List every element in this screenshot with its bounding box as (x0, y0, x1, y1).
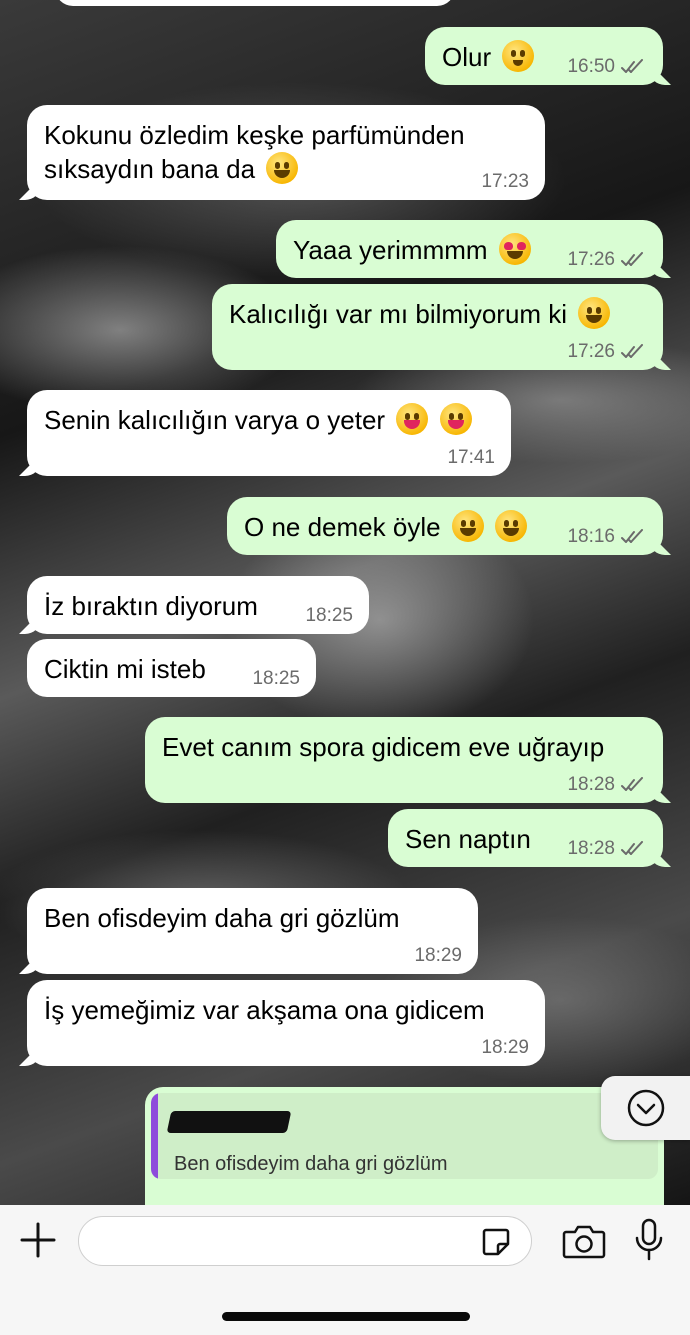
read-receipt-icon (621, 252, 643, 266)
redacted-name (166, 1111, 292, 1133)
message-meta: 17:26 (567, 250, 647, 270)
message-time: 17:26 (567, 341, 615, 362)
message-text: Ciktin mi isteb (44, 654, 206, 684)
message-time: 18:16 (567, 526, 615, 547)
message-text: Olur (442, 42, 492, 72)
sticker-icon[interactable] (480, 1226, 512, 1258)
message-time: 18:28 (567, 838, 615, 859)
message-body: Evet canım spora gidicem eve uğrayıp (162, 730, 647, 764)
message-time: 18:28 (567, 774, 615, 795)
message-meta: 17:23 (481, 172, 529, 192)
message-body: Kalıcılığı var mı bilmiyorum ki (229, 297, 647, 331)
message-meta: 18:29 (481, 1038, 529, 1058)
message-text: Evet canım spora gidicem eve uğrayıp (162, 732, 605, 762)
read-receipt-icon (621, 777, 643, 791)
message-meta: 18:25 (252, 669, 300, 689)
message-meta: 18:29 (414, 946, 462, 966)
message-body: Ben ofisdeyim daha gri gözlüm (44, 901, 462, 935)
message-meta: 18:16 (567, 527, 647, 547)
incoming-message[interactable]: Ciktin mi isteb 18:25 (27, 639, 316, 697)
read-receipt-icon (621, 529, 643, 543)
quoted-message[interactable]: Ben ofisdeyim daha gri gözlüm (151, 1093, 658, 1179)
quoted-text: Ben ofisdeyim daha gri gözlüm (174, 1153, 448, 1175)
message-time: 16:50 (567, 56, 615, 77)
message-body: Senin kalıcılığın varya o yeter (44, 403, 495, 437)
chevron-down-icon (627, 1089, 664, 1127)
microphone-icon[interactable] (634, 1218, 664, 1262)
message-meta: 16:50 (567, 57, 647, 77)
message-time: 17:23 (481, 171, 529, 192)
plus-icon[interactable] (18, 1220, 58, 1260)
outgoing-message[interactable]: Olur 16:50 (425, 27, 663, 85)
scroll-to-bottom-button[interactable] (601, 1076, 690, 1140)
outgoing-message[interactable]: Sen naptın 18:28 (388, 809, 663, 867)
message-time: 18:29 (414, 945, 462, 966)
incoming-message[interactable]: İz bıraktın diyorum 18:25 (27, 576, 369, 634)
tongue-emoji-icon (439, 403, 472, 435)
message-time: 17:26 (567, 249, 615, 270)
incoming-message[interactable]: Kokunu özledim keşke parfümünden sıksayd… (27, 105, 545, 200)
grin-emoji-icon (451, 510, 484, 542)
message-meta: 18:28 (567, 839, 647, 859)
message-input[interactable] (78, 1216, 532, 1266)
previous-message-edge (55, 0, 455, 6)
message-body: Kokunu özledim keşke parfümünden sıksayd… (44, 118, 514, 186)
reply-message-bubble[interactable]: Ben ofisdeyim daha gri gözlüm (145, 1087, 664, 1207)
message-text: Kalıcılığı var mı bilmiyorum ki (229, 299, 568, 329)
tongue-emoji-icon (396, 403, 429, 435)
message-meta: 17:26 (567, 342, 647, 362)
outgoing-message[interactable]: O ne demek öyle 18:16 (227, 497, 663, 555)
message-text: Ben ofisdeyim daha gri gözlüm (44, 903, 400, 933)
home-indicator (222, 1312, 470, 1321)
quote-bar (151, 1093, 158, 1179)
message-text: İş yemeğimiz var akşama ona gidicem (44, 995, 485, 1025)
message-time: 18:25 (252, 668, 300, 689)
outgoing-message[interactable]: Evet canım spora gidicem eve uğrayıp 18:2… (145, 717, 663, 803)
message-text: Yaaa yerimmmm (293, 235, 488, 265)
hug-emoji-icon (502, 40, 535, 72)
message-meta: 18:28 (567, 775, 647, 795)
incoming-message[interactable]: Senin kalıcılığın varya o yeter 17:41 (27, 390, 511, 476)
message-body: İş yemeğimiz var akşama ona gidicem (44, 993, 529, 1027)
camera-icon[interactable] (562, 1222, 606, 1260)
grin-emoji-icon (266, 152, 299, 184)
message-meta: 18:25 (305, 606, 353, 626)
message-time: 18:29 (481, 1037, 529, 1058)
message-text: Sen naptın (405, 824, 531, 854)
message-text: O ne demek öyle (244, 512, 441, 542)
message-meta: 17:41 (447, 448, 495, 468)
message-time: 18:25 (305, 605, 353, 626)
incoming-message[interactable]: Ben ofisdeyim daha gri gözlüm 18:29 (27, 888, 478, 974)
read-receipt-icon (621, 344, 643, 358)
read-receipt-icon (621, 841, 643, 855)
read-receipt-icon (621, 59, 643, 73)
outgoing-message[interactable]: Kalıcılığı var mı bilmiyorum ki 17:26 (212, 284, 663, 370)
message-text: Senin kalıcılığın varya o yeter (44, 405, 386, 435)
heart-emoji-icon (498, 233, 531, 265)
message-text: Kokunu özledim keşke parfümünden sıksayd… (44, 120, 465, 184)
incoming-message[interactable]: İş yemeğimiz var akşama ona gidicem 18:29 (27, 980, 545, 1066)
message-time: 17:41 (447, 447, 495, 468)
outgoing-message[interactable]: Yaaa yerimmmm 17:26 (276, 220, 663, 278)
message-text: İz bıraktın diyorum (44, 591, 258, 621)
grin-emoji-icon (495, 510, 528, 542)
smile-emoji-icon (578, 297, 611, 329)
